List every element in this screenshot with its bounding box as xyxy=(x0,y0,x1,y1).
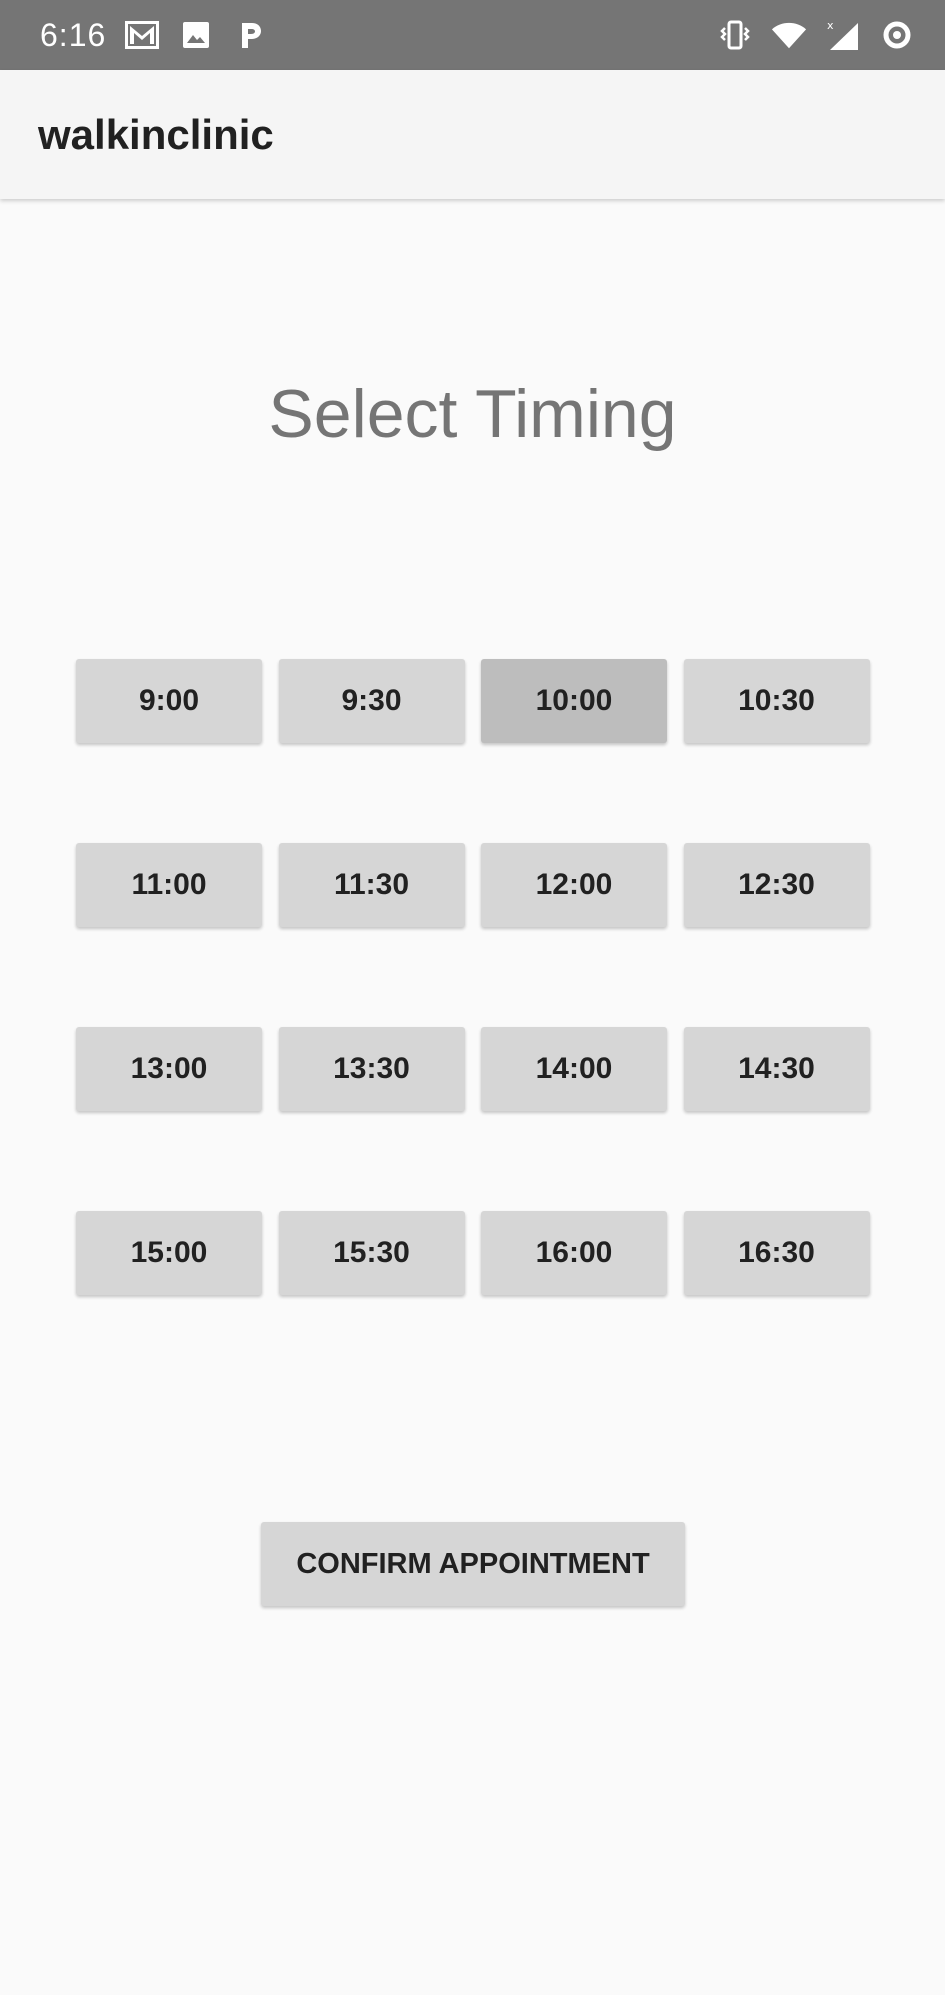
status-bar: 6:16 x xyxy=(0,0,945,70)
time-slot-button[interactable]: 16:30 xyxy=(683,1211,870,1295)
time-slot-button[interactable]: 10:00 xyxy=(481,659,667,743)
status-left: 6:16 xyxy=(40,17,268,54)
app-title: walkinclinic xyxy=(38,110,274,158)
svg-text:x: x xyxy=(827,19,834,32)
gmail-icon xyxy=(124,17,160,53)
time-slot-button[interactable]: 12:30 xyxy=(683,843,870,927)
time-slot-button[interactable]: 14:00 xyxy=(481,1027,667,1111)
status-time: 6:16 xyxy=(40,16,107,53)
time-slot-button[interactable]: 15:00 xyxy=(76,1211,262,1295)
time-slot-button[interactable]: 14:30 xyxy=(683,1027,870,1111)
time-slot-button[interactable]: 10:30 xyxy=(683,659,870,743)
time-slot-button[interactable]: 13:00 xyxy=(76,1027,262,1111)
time-slot-button[interactable]: 15:30 xyxy=(278,1211,465,1295)
time-slot-button[interactable]: 11:30 xyxy=(278,843,465,927)
time-slot-button[interactable]: 12:00 xyxy=(481,843,667,927)
app-bar: walkinclinic xyxy=(0,70,945,199)
time-slot-button[interactable]: 9:30 xyxy=(278,659,465,743)
confirm-appointment-button[interactable]: CONFIRM APPOINTMENT xyxy=(261,1522,685,1606)
image-icon xyxy=(178,17,214,53)
signal-icon: x xyxy=(825,17,861,53)
time-slot-button[interactable]: 11:00 xyxy=(76,843,262,927)
time-slot-button[interactable]: 16:00 xyxy=(481,1211,667,1295)
sync-icon xyxy=(879,17,915,53)
wifi-icon xyxy=(771,17,807,53)
parking-icon xyxy=(232,17,268,53)
status-right: x xyxy=(717,17,915,53)
time-slot-grid: 9:00 9:30 10:00 10:30 11:00 11:30 12:00 12:30 13… xyxy=(76,659,870,1295)
vibrate-icon xyxy=(717,17,753,53)
time-slot-button[interactable]: 9:00 xyxy=(76,659,262,743)
time-slot-button[interactable]: 13:30 xyxy=(278,1027,465,1111)
page-heading: Select Timing xyxy=(268,376,677,452)
